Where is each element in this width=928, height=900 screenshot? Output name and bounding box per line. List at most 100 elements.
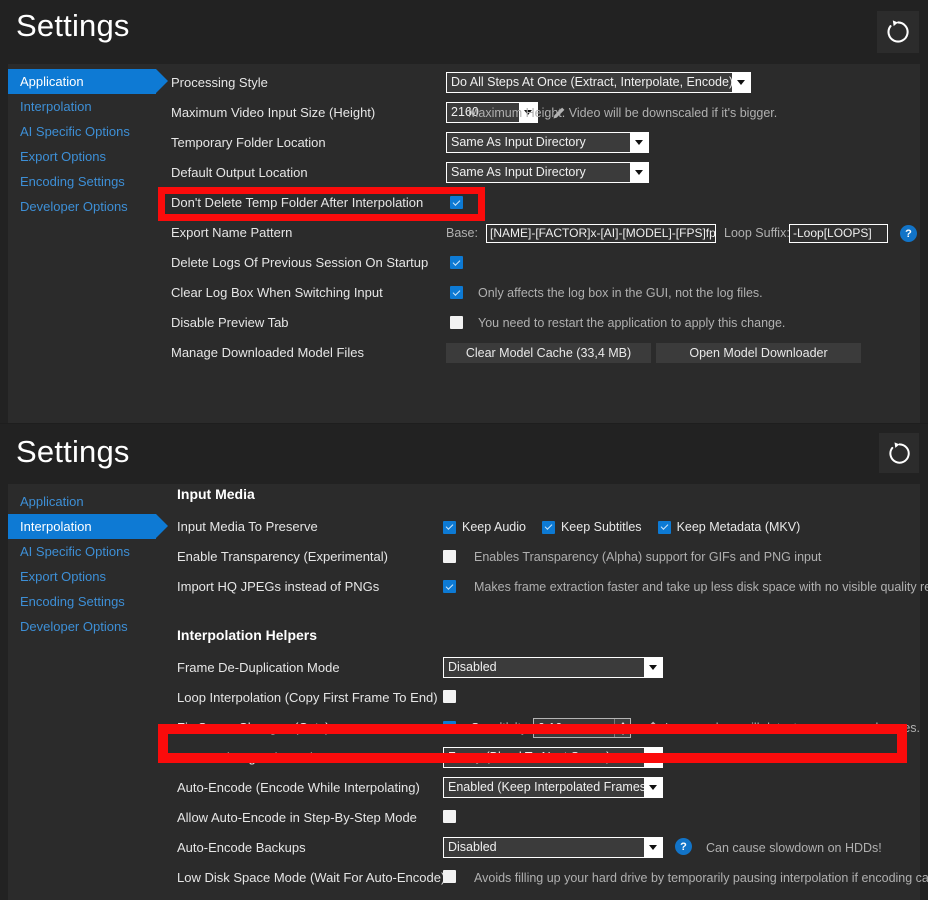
stepper-down-icon[interactable] [615, 728, 630, 737]
sidebar-item-label: Encoding Settings [20, 174, 125, 189]
clear-log-box-hint: Only affects the log box in the GUI, not… [478, 286, 763, 300]
allow-auto-encode-sbs-checkbox[interactable] [443, 810, 456, 823]
loop-interpolation-label: Loop Interpolation (Copy First Frame To … [177, 690, 438, 705]
sidebar-item-developer-options[interactable]: Developer Options [8, 614, 168, 639]
sensitivity-stepper[interactable] [614, 719, 630, 737]
sidebar-item-label: Interpolation [20, 99, 92, 114]
keep-subtitles-checkbox[interactable] [541, 520, 555, 534]
sensitivity-spinbox[interactable]: 0,10 [533, 718, 631, 738]
title-bar-interpolation: Settings [0, 424, 928, 484]
sidebar-item-application[interactable]: Application [8, 489, 168, 514]
sidebar-item-encoding-settings[interactable]: Encoding Settings [8, 169, 168, 194]
default-output-location-label: Default Output Location [171, 165, 308, 180]
auto-encode-backups-value: Disabled [448, 840, 497, 854]
sidebar-item-label: Export Options [20, 149, 106, 164]
default-output-location-value: Same As Input Directory [451, 165, 586, 179]
enable-transparency-label: Enable Transparency (Experimental) [177, 549, 388, 564]
chevron-down-icon[interactable] [630, 163, 648, 182]
manage-model-files-label: Manage Downloaded Model Files [171, 345, 364, 360]
keep-metadata-option[interactable]: Keep Metadata (MKV) [657, 520, 801, 534]
max-input-size-label: Maximum Video Input Size (Height) [171, 105, 376, 120]
loop-interpolation-checkbox[interactable] [443, 690, 456, 703]
sidebar-item-label: Interpolation [20, 519, 92, 534]
section-header-interpolation-helpers: Interpolation Helpers [177, 627, 318, 643]
sidebar-item-ai-specific-options[interactable]: AI Specific Options [8, 539, 168, 564]
sidebar-item-label: Application [20, 74, 84, 89]
page-title: Settings [16, 434, 130, 469]
auto-encode-value: Enabled (Keep Interpolated Frames) [448, 780, 644, 794]
processing-style-combobox[interactable]: Do All Steps At Once (Extract, Interpola… [446, 72, 751, 93]
sidebar-item-encoding-settings[interactable]: Encoding Settings [8, 589, 168, 614]
auto-encode-label: Auto-Encode (Encode While Interpolating) [177, 780, 420, 795]
frame-deduplication-mode-combobox[interactable]: Disabled [443, 657, 663, 678]
settings-content-application: Processing Style Do All Steps At Once (E… [171, 64, 920, 423]
fix-scene-changes-hint: Lower values will detect more scene chan… [665, 721, 920, 735]
clear-model-cache-button[interactable]: Clear Model Cache (33,4 MB) [446, 343, 651, 363]
keep-audio-option[interactable]: Keep Audio [443, 520, 526, 534]
dont-delete-temp-folder-checkbox[interactable] [450, 196, 463, 209]
default-output-location-combobox[interactable]: Same As Input Directory [446, 162, 649, 183]
sidebar-item-label: AI Specific Options [20, 544, 130, 559]
auto-encode-backups-help-icon[interactable]: ? [675, 838, 692, 855]
allow-auto-encode-sbs-label: Allow Auto-Encode in Step-By-Step Mode [177, 810, 417, 825]
import-hq-jpegs-hint: Makes frame extraction faster and take u… [474, 580, 928, 594]
max-input-size-hint: Maximum Height. Video will be downscaled… [468, 106, 778, 120]
temp-folder-location-value: Same As Input Directory [451, 135, 586, 149]
chevron-down-icon[interactable] [644, 658, 662, 677]
auto-encode-combobox[interactable]: Enabled (Keep Interpolated Frames) [443, 777, 663, 798]
reset-settings-button[interactable] [877, 11, 919, 53]
import-hq-jpegs-checkbox[interactable] [443, 580, 456, 593]
loop-suffix-label: Loop Suffix: [724, 226, 790, 240]
chevron-down-icon[interactable] [732, 73, 750, 92]
sidebar-item-interpolation[interactable]: Interpolation [8, 94, 168, 119]
scene-change-fix-mode-combobox[interactable]: Fancy (Blend To Next Scene) [443, 747, 663, 768]
sidebar-item-label: Application [20, 494, 84, 509]
reset-circular-arrow-icon [887, 441, 912, 466]
low-disk-space-mode-checkbox[interactable] [443, 870, 456, 883]
sidebar-item-export-options[interactable]: Export Options [8, 144, 168, 169]
chevron-down-icon[interactable] [644, 748, 662, 767]
chevron-down-icon[interactable] [630, 133, 648, 152]
import-hq-jpegs-label: Import HQ JPEGs instead of PNGs [177, 579, 380, 594]
auto-encode-backups-combobox[interactable]: Disabled [443, 837, 663, 858]
section-header-input-media: Input Media [177, 486, 255, 502]
loop-suffix-input[interactable]: -Loop[LOOPS] [789, 224, 888, 243]
keep-audio-checkbox[interactable] [443, 520, 456, 534]
keep-metadata-label: Keep Metadata (MKV) [676, 520, 801, 534]
reset-settings-button[interactable] [879, 433, 919, 473]
sidebar-item-export-options[interactable]: Export Options [8, 564, 168, 589]
sidebar-item-interpolation[interactable]: Interpolation [8, 514, 168, 539]
delete-logs-label: Delete Logs Of Previous Session On Start… [171, 255, 429, 270]
keep-subtitles-option[interactable]: Keep Subtitles [541, 520, 642, 534]
sidebar-item-label: AI Specific Options [20, 124, 130, 139]
sidebar-item-developer-options[interactable]: Developer Options [8, 194, 168, 219]
fix-scene-changes-checkbox[interactable] [443, 721, 456, 734]
chevron-down-icon[interactable] [644, 838, 662, 857]
export-name-pattern-label: Export Name Pattern [171, 225, 293, 240]
sidebar-item-application[interactable]: Application [8, 69, 168, 94]
delete-logs-checkbox[interactable] [450, 256, 463, 269]
keep-metadata-checkbox[interactable] [657, 520, 671, 534]
stepper-up-icon[interactable] [615, 719, 630, 728]
disable-preview-tab-checkbox[interactable] [450, 316, 463, 329]
open-model-downloader-button[interactable]: Open Model Downloader [656, 343, 861, 363]
chevron-down-icon[interactable] [644, 778, 662, 797]
settings-body-interpolation: Application Interpolation AI Specific Op… [8, 484, 928, 900]
sidebar-item-label: Developer Options [20, 199, 128, 214]
settings-screenshot: Settings Application Interpolation AI Sp… [0, 0, 928, 900]
enable-transparency-checkbox[interactable] [443, 550, 456, 563]
disable-preview-tab-hint: You need to restart the application to a… [478, 316, 786, 330]
frame-deduplication-mode-value: Disabled [448, 660, 497, 674]
clear-log-box-checkbox[interactable] [450, 286, 463, 299]
export-name-pattern-help-icon[interactable]: ? [900, 225, 917, 242]
enable-transparency-hint: Enables Transparency (Alpha) support for… [474, 550, 822, 564]
edit-pencil-icon[interactable] [641, 718, 659, 741]
frame-deduplication-mode-label: Frame De-Duplication Mode [177, 660, 340, 675]
sidebar-item-ai-specific-options[interactable]: AI Specific Options [8, 119, 168, 144]
reset-circular-arrow-icon [885, 19, 911, 45]
sidebar-item-label: Export Options [20, 569, 106, 584]
auto-encode-backups-label: Auto-Encode Backups [177, 840, 306, 855]
export-base-input[interactable]: [NAME]-[FACTOR]x-[AI]-[MODEL]-[FPS]fps [486, 224, 716, 243]
page-title: Settings [16, 8, 130, 43]
temp-folder-location-combobox[interactable]: Same As Input Directory [446, 132, 649, 153]
